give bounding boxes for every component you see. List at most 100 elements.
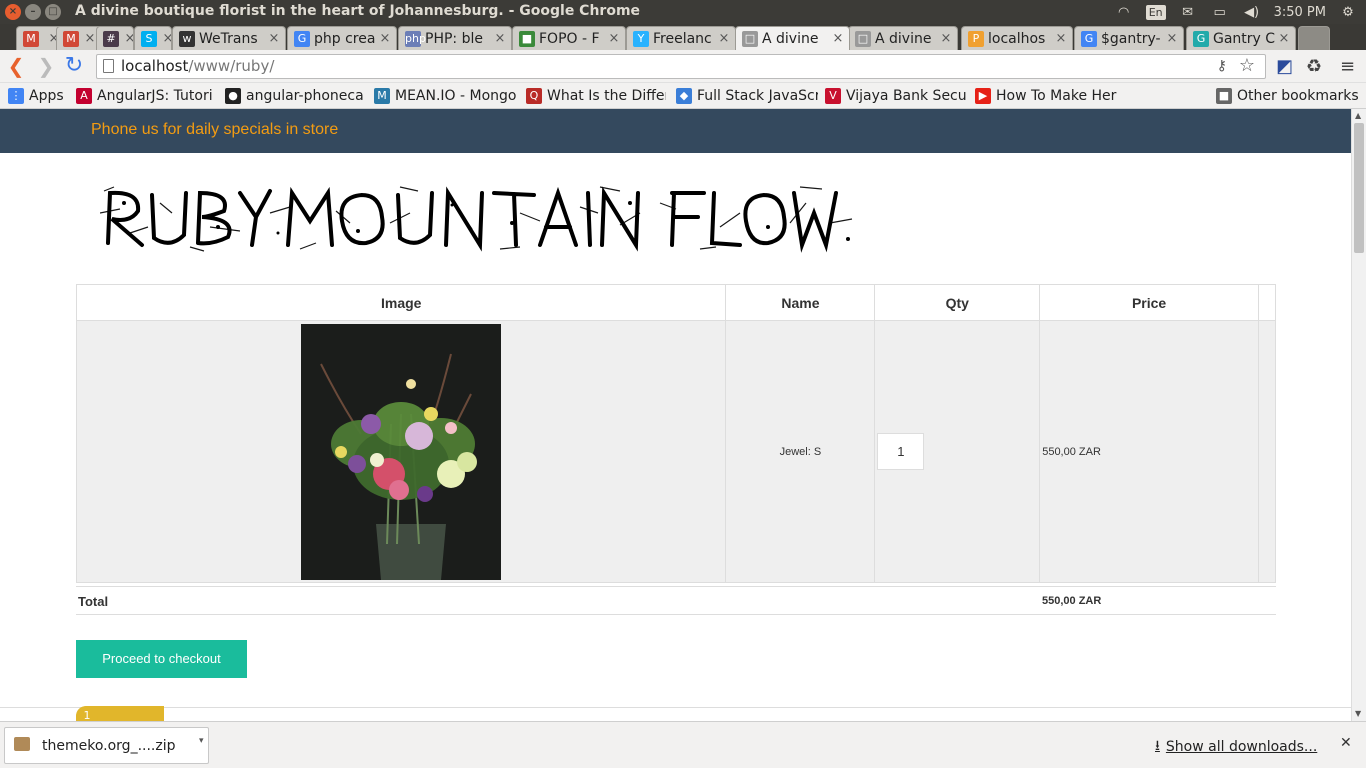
close-downloads-icon[interactable]: ✕ [1340,735,1352,751]
recycle-extension-icon[interactable]: ♻ [1306,56,1322,77]
site-logo[interactable] [99,183,860,253]
page-viewport: Phone us for daily specials in store Ima… [0,109,1351,721]
tab-close-icon[interactable]: × [717,31,731,46]
tab-close-icon[interactable]: × [939,31,953,46]
tab-9[interactable]: □ A divine × [735,26,850,50]
tab-favicon-icon: P [968,30,984,47]
tab-label: FOPO - F [539,30,600,47]
tab-label: $gantry- [1101,30,1161,47]
forward-button[interactable]: ❯ [34,55,58,79]
volume-icon[interactable]: ◀) [1242,5,1262,20]
tab-close-icon[interactable]: × [123,31,133,46]
tab-label: A divine [875,30,932,47]
total-value: 550,00 ZAR [1042,595,1102,607]
tab-2[interactable]: #× [96,26,134,50]
tab-favicon-icon: # [103,30,119,47]
address-bar[interactable]: localhost/www/ruby/ ⚷ ☆ [96,54,1266,79]
proceed-to-checkout-button[interactable]: Proceed to checkout [76,640,247,678]
tab-favicon-icon: G [294,30,310,47]
scrollbar-thumb[interactable] [1354,123,1364,253]
header-price: Price [1039,284,1259,321]
tab-favicon-icon: M [23,30,39,47]
product-image[interactable] [301,323,502,580]
tab-4[interactable]: w WeTrans × [172,26,286,50]
chrome-menu-icon[interactable]: ≡ [1340,56,1355,77]
tab-7[interactable]: ■ FOPO - F × [512,26,626,50]
bookmark-7[interactable]: ▶ How To Make Her [975,86,1117,106]
bookmark-6[interactable]: V Vijaya Bank Secu [825,86,967,106]
tab-close-icon[interactable]: × [267,31,281,46]
bookmark-label: Full Stack JavaScr [697,88,818,104]
bookmark-label: angular-phoneca [246,88,364,104]
tab-close-icon[interactable]: × [378,31,392,46]
cart-count-badge[interactable]: 1 [76,706,98,721]
mail-icon[interactable]: ✉ [1178,5,1198,20]
quantity-input[interactable]: 1 [877,433,925,470]
tab-label: PHP: ble [425,30,483,47]
tab-close-icon[interactable]: × [1277,31,1291,46]
show-all-downloads-link[interactable]: ⭳ Show all downloads... [1155,735,1317,759]
tab-close-icon[interactable]: × [831,31,845,46]
tab-13[interactable]: G Gantry C × [1186,26,1296,50]
tab-3[interactable]: S× [134,26,172,50]
tab-label: localhos [988,30,1046,47]
bookmark-favicon-icon: A [76,88,92,104]
tab-favicon-icon: ■ [519,30,535,47]
tab-close-icon[interactable]: × [83,31,97,46]
tab-10[interactable]: □ A divine × [848,26,958,50]
window-maximize-button[interactable]: □ [45,4,61,20]
download-item[interactable]: themeko.org_....zip ▾ [4,727,209,764]
address-host: localhost [121,57,189,75]
cart-count-tab[interactable]: 1 [76,706,164,721]
tab-strip: M×M×#×S×wWeTrans×Gphp crea×phpPHP: ble×■… [0,24,1366,50]
tab-close-icon[interactable]: × [607,31,621,46]
download-options-chevron-icon[interactable]: ▾ [199,736,204,746]
tab-close-icon[interactable]: × [161,31,171,46]
bookmark-2[interactable]: ● angular-phoneca [225,86,365,106]
bookmark-favicon-icon: ◆ [676,88,692,104]
tab-11[interactable]: Plocalhos × [961,26,1073,50]
window-close-button[interactable]: × [5,4,21,20]
scroll-up-arrow-icon[interactable]: ▲ [1355,111,1361,120]
tab-12[interactable]: G $gantry- × [1074,26,1184,50]
window-minimize-button[interactable]: – [25,4,41,20]
bookmark-4[interactable]: Q What Is the Differ [526,86,666,106]
bookmark-3[interactable]: M MEAN.IO - Mongo [374,86,516,106]
bookmark-0[interactable]: ⋮ Apps [8,86,68,106]
tab-favicon-icon: S [141,30,157,47]
show-all-downloads-label: Show all downloads... [1165,739,1318,755]
bookmark-label: What Is the Differ [547,88,666,104]
settings-gear-icon[interactable]: ⚙ [1338,5,1358,20]
cart-total-row: Total 550,00 ZAR [76,586,1276,615]
wifi-icon[interactable]: ◠ [1114,5,1134,20]
bookmark-5[interactable]: ◆ Full Stack JavaScr [676,86,818,106]
tab-close-icon[interactable]: × [1165,31,1179,46]
scroll-down-arrow-icon[interactable]: ▼ [1355,709,1361,718]
cart-cell-remove[interactable] [1257,320,1277,583]
archive-file-icon [14,737,30,751]
bookmark-favicon-icon: V [825,88,841,104]
bookmarks-bar: ⋮ Apps A AngularJS: Tutori ● angular-phoneca M… [0,83,1366,109]
download-filename: themeko.org_....zip [42,738,176,754]
bookmark-label: Apps [29,88,64,104]
tab-6[interactable]: php PHP: ble × [398,26,512,50]
bookmark-8[interactable]: ■ Other bookmarks [1216,86,1361,106]
keyboard-language-indicator[interactable]: En [1145,4,1166,20]
tab-8[interactable]: Y Freelanc × [626,26,736,50]
tab-5[interactable]: Gphp crea × [287,26,397,50]
key-icon[interactable]: ⚷ [1217,55,1227,78]
clock[interactable]: 3:50 PM [1274,5,1326,20]
back-button[interactable]: ❮ [4,55,28,79]
tab-favicon-icon: G [1193,30,1209,47]
vertical-scrollbar[interactable]: ▲ ▼ [1351,109,1366,721]
tab-close-icon[interactable]: × [493,31,507,46]
bookmark-favicon-icon: ■ [1216,88,1232,104]
extension-icon[interactable]: ◩ [1276,56,1293,77]
bookmark-star-icon[interactable]: ☆ [1239,54,1255,77]
site-top-bar: Phone us for daily specials in store [0,109,1351,153]
battery-icon[interactable]: ▭ [1210,5,1230,20]
new-tab-button[interactable] [1298,26,1330,50]
reload-button[interactable]: ↻ [62,55,86,79]
tab-close-icon[interactable]: × [1054,31,1068,46]
bookmark-1[interactable]: A AngularJS: Tutori [76,86,218,106]
